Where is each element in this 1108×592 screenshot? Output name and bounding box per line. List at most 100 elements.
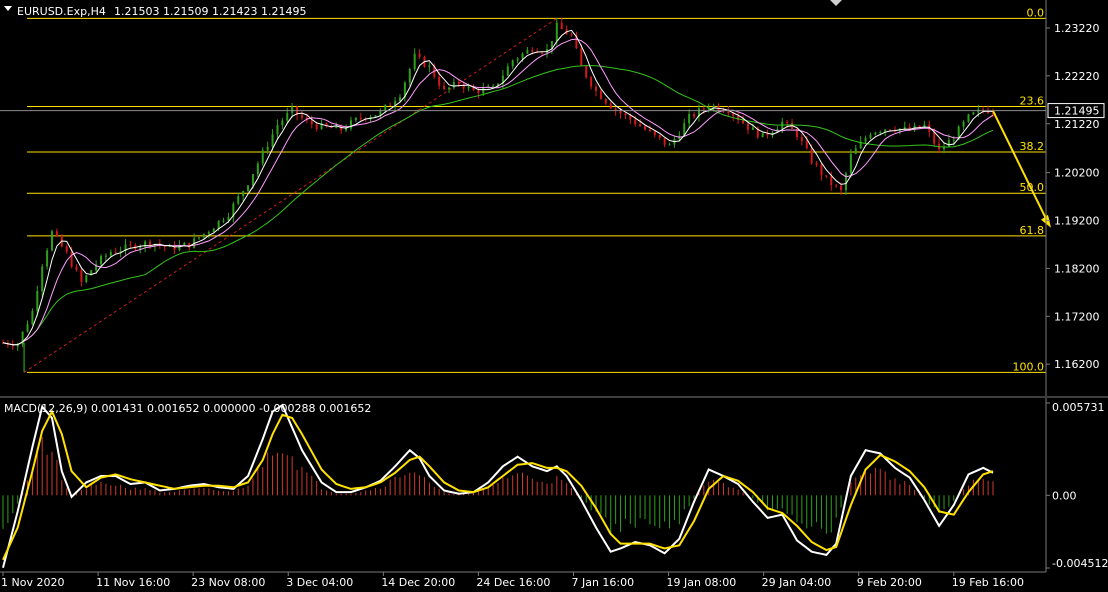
bear-candle [418, 53, 421, 57]
bull-candle [854, 148, 857, 154]
bull-candle [207, 232, 210, 234]
bear-candle [840, 185, 843, 191]
bear-candle [658, 134, 661, 138]
bear-candle [114, 252, 117, 254]
bear-candle [742, 120, 745, 124]
bull-candle [408, 69, 411, 83]
bull-candle [26, 324, 29, 332]
bear-candle [599, 90, 602, 100]
bear-candle [889, 129, 892, 131]
symbol-label: EURUSD.Exp,H4 [17, 5, 106, 18]
bear-candle [624, 113, 627, 116]
bull-candle [962, 121, 965, 127]
bull-candle [526, 49, 529, 54]
fib-level-label: 38.2 [1020, 140, 1045, 153]
bull-candle [46, 250, 49, 267]
bull-candle [109, 252, 112, 256]
bull-candle [947, 139, 950, 148]
bull-candle [100, 256, 103, 265]
bear-candle [835, 185, 838, 187]
bull-candle [198, 237, 201, 239]
bull-candle [261, 150, 264, 164]
bear-candle [310, 120, 313, 125]
bull-candle [521, 53, 524, 59]
bear-candle [830, 176, 833, 186]
bull-candle [467, 86, 470, 89]
bull-candle [276, 125, 279, 135]
bull-candle [952, 139, 955, 141]
bear-candle [570, 34, 573, 36]
bull-candle [555, 22, 558, 42]
fib-level-label: 61.8 [1020, 224, 1045, 237]
bull-candle [688, 113, 691, 124]
bull-candle [903, 127, 906, 129]
chart-window[interactable]: 0.023.638.250.061.8100.0 1.232201.222201… [0, 0, 1108, 592]
bear-candle [389, 104, 392, 106]
time-tick-label: 9 Feb 20:00 [857, 576, 922, 589]
bear-candle [560, 22, 563, 30]
bull-candle [256, 163, 259, 175]
bull-candle [217, 220, 220, 229]
macd-tick-label: 0.00 [1052, 489, 1077, 502]
bull-candle [271, 134, 274, 147]
bull-candle [251, 174, 254, 186]
bear-candle [663, 137, 666, 145]
bull-candle [849, 153, 852, 174]
bear-candle [580, 48, 583, 66]
bull-candle [447, 87, 450, 89]
bear-candle [443, 85, 446, 89]
bear-candle [438, 76, 441, 86]
fib-level-label: 23.6 [1020, 95, 1045, 108]
macd-tick-label: -0.004512 [1052, 557, 1108, 570]
bear-candle [585, 65, 588, 78]
bear-candle [595, 86, 598, 91]
bull-candle [345, 128, 348, 131]
current-price-label: 1.21495 [1054, 105, 1100, 118]
bull-candle [85, 275, 88, 282]
bull-candle [967, 114, 970, 122]
bull-candle [227, 217, 230, 221]
bear-candle [604, 99, 607, 104]
price-tick-label: 1.17200 [1054, 310, 1100, 323]
bull-candle [511, 60, 514, 67]
price-tick-label: 1.23220 [1054, 22, 1100, 35]
bear-candle [75, 266, 78, 271]
price-tick-label: 1.22220 [1054, 70, 1100, 83]
bull-candle [482, 88, 485, 94]
price-tick-label: 1.19200 [1054, 215, 1100, 228]
time-tick-label: 19 Jan 08:00 [667, 576, 737, 589]
bear-candle [359, 117, 362, 119]
bear-candle [590, 77, 593, 87]
bear-candle [531, 49, 534, 52]
bull-candle [761, 132, 764, 138]
fib-level-label: 100.0 [1013, 360, 1045, 373]
time-tick-label: 11 Nov 16:00 [96, 576, 170, 589]
bull-candle [104, 255, 107, 257]
time-tick-label: 3 Dec 04:00 [286, 576, 353, 589]
macd-label: MACD(12,26,9) 0.001431 0.001652 0.000000… [4, 402, 371, 415]
chart-background [0, 0, 1108, 592]
bull-candle [972, 112, 975, 115]
bull-candle [291, 106, 294, 113]
bear-candle [619, 111, 622, 114]
bull-candle [212, 228, 215, 233]
bull-candle [202, 233, 205, 238]
time-tick-label: 24 Dec 16:00 [476, 576, 550, 589]
bull-candle [41, 266, 44, 292]
bull-candle [864, 138, 867, 142]
bear-candle [746, 123, 749, 130]
bear-candle [693, 113, 696, 117]
bear-candle [65, 246, 68, 252]
ohlc-values: 1.21503 1.21509 1.21423 1.21495 [114, 5, 306, 18]
bear-candle [644, 126, 647, 130]
time-tick-label: 1 Nov 2020 [1, 576, 64, 589]
bear-candle [639, 124, 642, 127]
bear-candle [648, 129, 651, 131]
bull-candle [286, 112, 289, 121]
bull-candle [751, 127, 754, 130]
bull-candle [516, 58, 519, 61]
bull-candle [237, 196, 240, 204]
bull-candle [879, 132, 882, 134]
bull-candle [247, 185, 250, 192]
bull-candle [668, 144, 671, 146]
